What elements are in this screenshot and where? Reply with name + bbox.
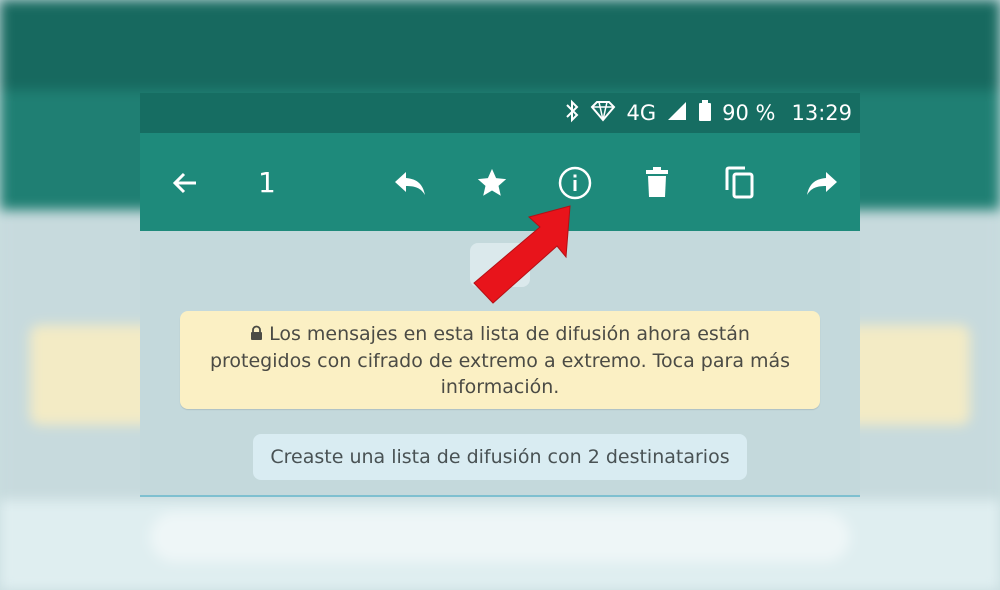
forward-button[interactable]: [802, 163, 842, 203]
selected-count: 1: [258, 166, 276, 199]
star-icon: [477, 168, 507, 196]
copy-button[interactable]: [720, 163, 760, 203]
diamond-icon: [590, 100, 616, 127]
status-icons: 4G 90 % 13:29: [564, 93, 852, 133]
encryption-notice[interactable]: Los mensajes en esta lista de difusión a…: [180, 311, 820, 409]
signal-icon: [666, 100, 688, 127]
star-button[interactable]: [472, 163, 512, 203]
delete-icon: [646, 167, 668, 197]
back-button[interactable]: [165, 163, 205, 203]
battery-level: 90 %: [722, 101, 776, 125]
status-bar: 4G 90 % 13:29: [140, 93, 860, 133]
divider: [140, 495, 860, 497]
bluetooth-icon: [564, 99, 580, 128]
back-arrow-icon: [172, 172, 196, 194]
system-message-text: Creaste una lista de difusión con 2 dest…: [270, 446, 730, 468]
info-icon: [558, 166, 592, 200]
forward-icon: [807, 172, 837, 195]
clock: 13:29: [791, 101, 852, 125]
reply-button[interactable]: [390, 163, 430, 203]
copy-icon: [725, 166, 754, 199]
system-message: Creaste una lista de difusión con 2 dest…: [253, 434, 747, 480]
encryption-notice-text: Los mensajes en esta lista de difusión a…: [209, 322, 791, 398]
delete-button[interactable]: [637, 163, 677, 203]
reply-icon: [395, 172, 425, 195]
lock-icon: [250, 322, 263, 348]
battery-icon: [698, 99, 712, 127]
red-pointer-arrow-icon: [473, 205, 571, 304]
network-type: 4G: [626, 101, 657, 125]
info-button[interactable]: [555, 163, 595, 203]
